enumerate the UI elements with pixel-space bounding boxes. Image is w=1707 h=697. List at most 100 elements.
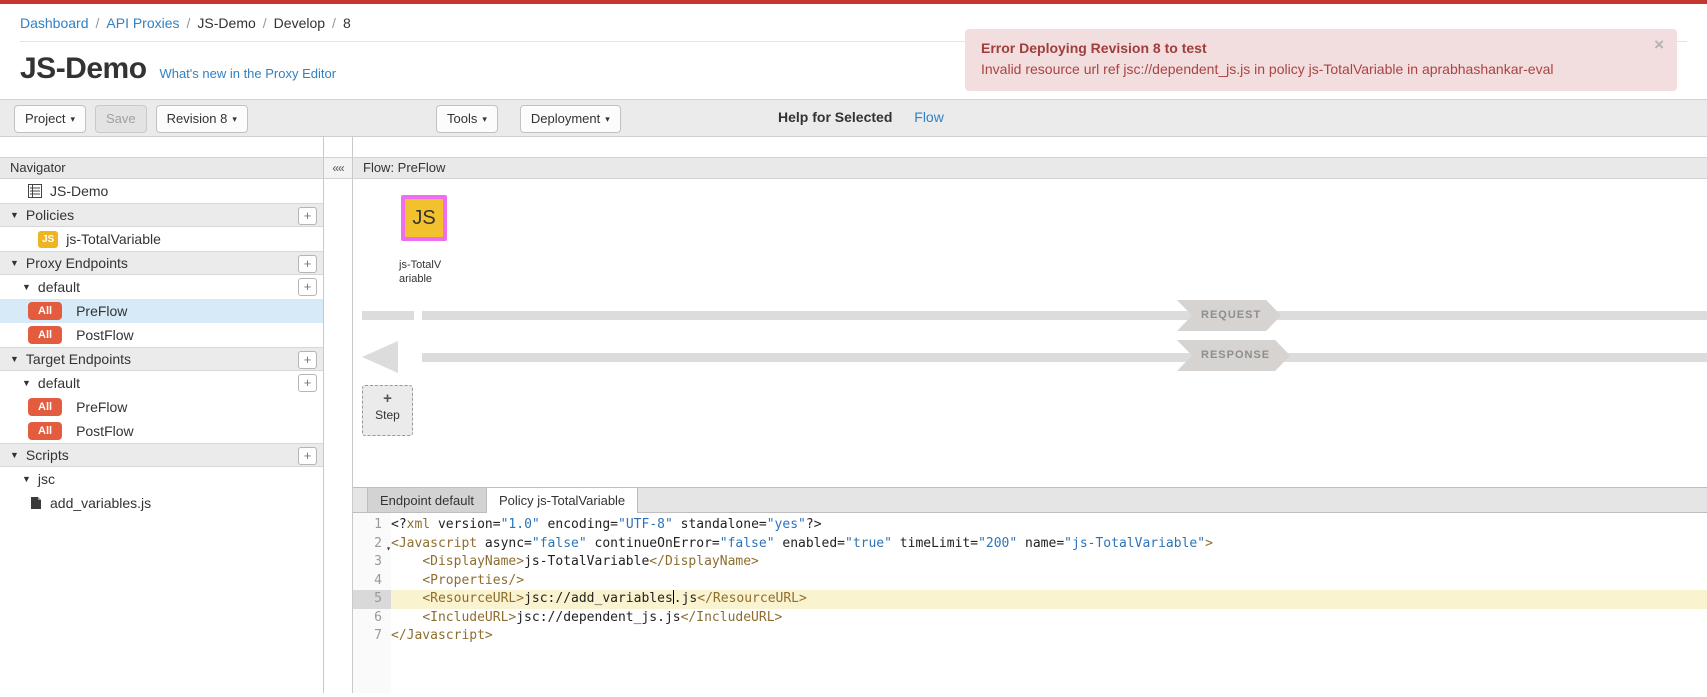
nav-item-label: PostFlow [76, 327, 134, 343]
nav-target-preflow[interactable]: All PreFlow [0, 395, 323, 419]
whats-new-link[interactable]: What's new in the Proxy Editor [159, 66, 336, 81]
nav-target-postflow[interactable]: All PostFlow [0, 419, 323, 443]
all-conditions-badge: All [28, 398, 62, 416]
nav-item-label: add_variables.js [50, 495, 151, 511]
breadcrumb-item[interactable]: Dashboard [20, 15, 89, 31]
page-title: JS-Demo [20, 52, 147, 85]
request-bar-segment [362, 311, 414, 320]
flow-panel: Flow: PreFlow JS js-TotalV ariable REQUE… [353, 137, 1707, 693]
nav-proxy-endpoints[interactable]: ▼Proxy Endpoints+ [0, 251, 323, 275]
add-button[interactable]: + [298, 374, 317, 392]
line-number: 6 [353, 609, 391, 628]
chevron-down-icon: ▾ [482, 114, 487, 125]
caret-down-icon: ▼ [22, 282, 31, 292]
nav-item-label: default [38, 375, 80, 391]
nav-proxy-default[interactable]: ▼ default + [0, 275, 323, 299]
code-line-content: </Javascript> [391, 627, 1707, 646]
nav-item-label: js-TotalVariable [66, 231, 161, 247]
flow-help-link[interactable]: Flow [914, 109, 944, 125]
caret-down-icon: ▼ [22, 474, 31, 484]
nav-item-label: PostFlow [76, 423, 134, 439]
request-bar [422, 311, 1707, 320]
chevron-down-icon: ▾ [232, 114, 237, 125]
nav-item-label: default [38, 279, 80, 295]
nav-item-label: Scripts [26, 447, 69, 463]
save-button[interactable]: Save [95, 105, 147, 133]
nav-item-label: jsc [38, 471, 55, 487]
caret-down-icon: ▼ [10, 210, 19, 220]
flow-header: Flow: PreFlow [353, 157, 1707, 179]
nav-policies[interactable]: ▼Policies+ [0, 203, 323, 227]
main-area: Navigator JS-Demo▼Policies+JSjs-TotalVar… [0, 137, 1707, 693]
tab-policy-js-totalvariable[interactable]: Policy js-TotalVariable [487, 488, 638, 513]
nav-proxy-preflow[interactable]: All PreFlow [0, 299, 323, 323]
add-step-button[interactable]: + Step [362, 385, 413, 436]
navigator-tree: JS-Demo ▼Policies+JSjs-TotalVariable▼Prox… [0, 179, 323, 693]
breadcrumb-separator: / [96, 15, 100, 31]
error-alert-title: Error Deploying Revision 8 to test [981, 40, 1637, 56]
breadcrumb-item[interactable]: API Proxies [106, 15, 179, 31]
proxy-icon [28, 184, 42, 198]
caret-down-icon: ▼ [10, 450, 19, 460]
file-icon [30, 496, 42, 510]
tab-endpoint-default[interactable]: Endpoint default [367, 488, 487, 512]
response-bar [422, 353, 1707, 362]
nav-add-variables-js[interactable]: add_variables.js [0, 491, 323, 515]
nav-target-endpoints[interactable]: ▼Target Endpoints+ [0, 347, 323, 371]
nav-item-label: JS-Demo [50, 183, 108, 199]
code-editor[interactable]: 1<?xml version="1.0" encoding="UTF-8" st… [353, 513, 1707, 693]
close-icon[interactable]: × [1654, 36, 1664, 53]
nav-jsc[interactable]: ▼ jsc [0, 467, 323, 491]
request-badge: REQUEST [1177, 300, 1281, 331]
response-arrow-icon [362, 341, 398, 373]
all-conditions-badge: All [28, 326, 62, 344]
nav-proxy-postflow[interactable]: All PostFlow [0, 323, 323, 347]
policy-label: js-TotalV ariable [399, 259, 469, 287]
line-number: 5 [353, 590, 391, 609]
breadcrumb-separator: / [187, 15, 191, 31]
revision-button[interactable]: Revision 8▾ [156, 105, 248, 133]
breadcrumb-item: 8 [343, 15, 351, 31]
nav-js-demo[interactable]: JS-Demo [0, 179, 323, 203]
line-number: 7 [353, 627, 391, 646]
breadcrumb-separator: / [332, 15, 336, 31]
navigator-header: Navigator [0, 157, 323, 179]
add-button[interactable]: + [298, 255, 317, 273]
all-conditions-badge: All [28, 302, 62, 320]
add-button[interactable]: + [298, 351, 317, 369]
navigator-panel: Navigator JS-Demo ▼Policies+JSjs-TotalVar… [0, 137, 324, 693]
all-conditions-badge: All [28, 422, 62, 440]
project-button[interactable]: Project▾ [14, 105, 86, 133]
code-line: 6 <IncludeURL>jsc://dependent_js.js</Inc… [353, 609, 1707, 628]
plus-icon: + [363, 390, 412, 408]
code-line-content: <Javascript async="false" continueOnErro… [391, 535, 1707, 554]
add-button[interactable]: + [298, 207, 317, 225]
code-line-content: <IncludeURL>jsc://dependent_js.js</Inclu… [391, 609, 1707, 628]
nav-js-totalvariable[interactable]: JSjs-TotalVariable [0, 227, 323, 251]
toolbar: Project▾ Save Revision 8▾ Tools▾ Deploym… [0, 99, 1707, 137]
tools-button[interactable]: Tools▾ [436, 105, 498, 133]
nav-item-label: PreFlow [76, 399, 127, 415]
breadcrumb-separator: / [263, 15, 267, 31]
caret-down-icon: ▼ [22, 378, 31, 388]
nav-scripts[interactable]: ▼ Scripts + [0, 443, 323, 467]
caret-down-icon: ▼ [10, 354, 19, 364]
flow-canvas: JS js-TotalV ariable REQUEST RESPONSE + … [353, 179, 1707, 487]
deployment-button[interactable]: Deployment▾ [520, 105, 621, 133]
add-button[interactable]: + [298, 278, 317, 296]
chevron-down-icon: ▾ [70, 114, 75, 125]
code-line: 2▾<Javascript async="false" continueOnEr… [353, 535, 1707, 554]
nav-item-label: PreFlow [76, 303, 127, 319]
breadcrumb-item: Develop [274, 15, 325, 31]
code-line-content: <?xml version="1.0" encoding="UTF-8" sta… [391, 516, 1707, 535]
code-line-content: <ResourceURL>jsc://add_variables.js</Res… [391, 590, 1707, 609]
nav-target-default[interactable]: ▼ default + [0, 371, 323, 395]
code-line: 3 <DisplayName>js-TotalVariable</Display… [353, 553, 1707, 572]
policy-js-icon[interactable]: JS [401, 195, 447, 241]
editor-tabbar: Endpoint defaultPolicy js-TotalVariable [353, 487, 1707, 513]
add-button[interactable]: + [298, 447, 317, 465]
code-line: 5 <ResourceURL>jsc://add_variables.js</R… [353, 590, 1707, 609]
line-number: 3 [353, 553, 391, 572]
code-line: 1<?xml version="1.0" encoding="UTF-8" st… [353, 516, 1707, 535]
collapse-panel-icon[interactable]: «« [324, 157, 352, 179]
